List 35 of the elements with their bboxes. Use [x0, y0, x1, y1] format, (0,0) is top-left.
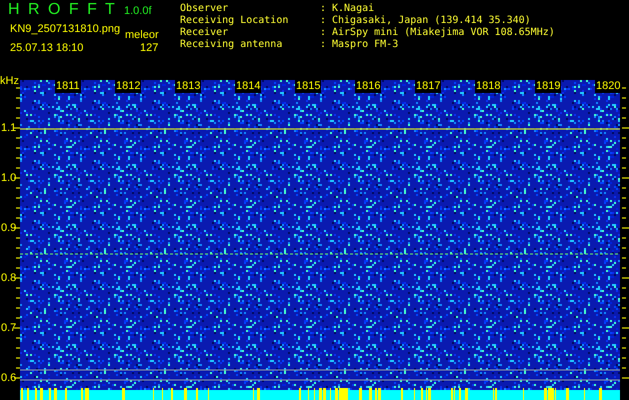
- frequency-label: 1817: [415, 80, 442, 93]
- info-separator: :: [320, 15, 328, 27]
- axis-unit-label: kHz: [0, 74, 19, 89]
- info-value: K.Nagai: [332, 3, 374, 15]
- info-label: Receiving antenna: [180, 39, 284, 51]
- axis-tick-label: 1.0: [1, 172, 16, 185]
- app-title: H R O F F T: [8, 0, 117, 20]
- timestamp: 25.07.13 18:10: [10, 41, 84, 56]
- frequency-label: 1819: [535, 80, 562, 93]
- version-label: 1.0.0f: [124, 4, 152, 19]
- mode-label: meleor: [125, 28, 159, 43]
- count-label: 127: [140, 41, 158, 56]
- frequency-label: 1820: [595, 80, 622, 93]
- frequency-label: 1811: [55, 80, 81, 93]
- frequency-label: 1818: [475, 80, 502, 93]
- axis-tick-label: 0.6: [1, 372, 16, 385]
- info-separator: :: [320, 3, 328, 15]
- axis-tick-label: 0.8: [1, 272, 16, 285]
- file-name: KN9_2507131810.png: [10, 22, 120, 37]
- info-label: Receiving Location: [180, 15, 290, 27]
- info-value: AirSpy mini (Miakejima VOR 108.65MHz): [332, 27, 555, 39]
- info-separator: :: [320, 39, 328, 51]
- frequency-label: 1816: [355, 80, 382, 93]
- frequency-label: 1815: [295, 80, 322, 93]
- frequency-label: 1814: [235, 80, 262, 93]
- axis-tick-label: 1.1: [1, 122, 16, 135]
- frequency-label: 1813: [175, 80, 202, 93]
- info-separator: :: [320, 27, 328, 39]
- info-label: Receiver: [180, 27, 230, 39]
- frequency-label: 1812: [115, 80, 142, 93]
- info-value: Chigasaki, Japan (139.414 35.340): [332, 15, 531, 27]
- info-value: Maspro FM-3: [332, 39, 398, 51]
- axis-tick-label: 0.7: [1, 322, 16, 335]
- info-label: Observer: [180, 3, 230, 15]
- axis-tick-label: 0.9: [1, 222, 16, 235]
